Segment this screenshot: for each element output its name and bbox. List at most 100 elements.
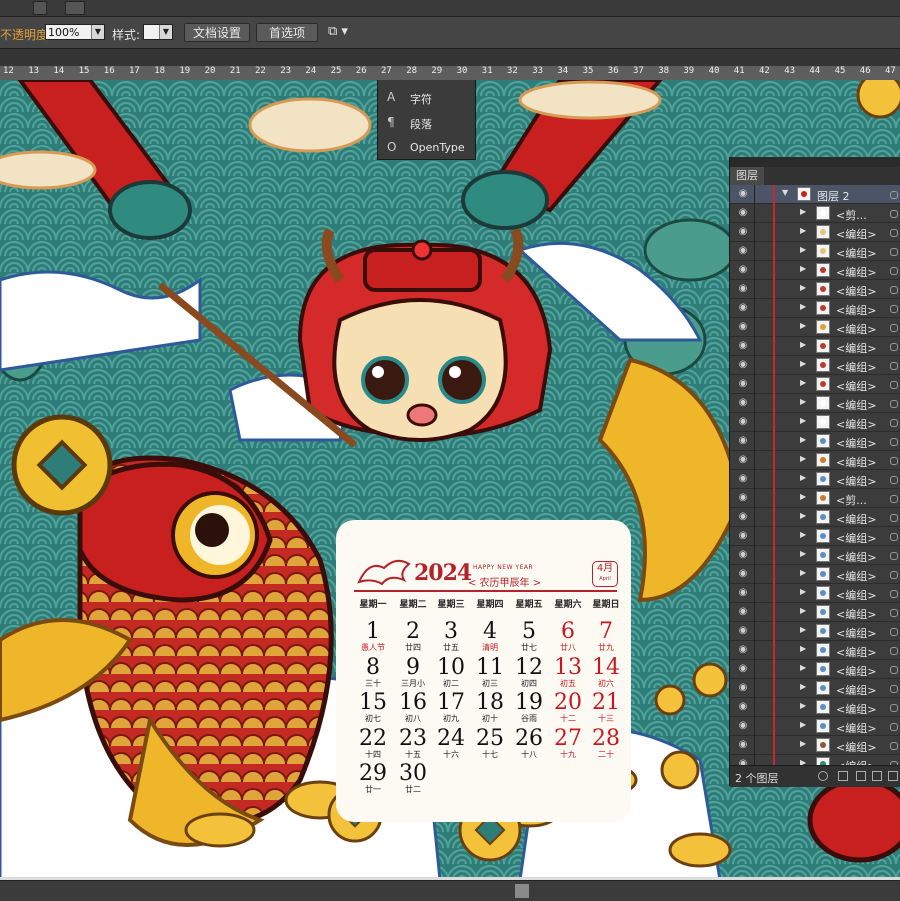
eye-icon[interactable]: ◉ [737, 739, 749, 751]
layer-row[interactable]: ◉ ▶ <编组> [730, 394, 900, 413]
eye-icon[interactable]: ◉ [737, 283, 749, 295]
target-circle-icon[interactable] [890, 400, 898, 408]
preferences-button[interactable]: 首选项 [256, 23, 318, 42]
layer-row[interactable]: ◉ ▶ <编组> [730, 527, 900, 546]
eye-icon[interactable]: ◉ [737, 682, 749, 694]
layer-name[interactable]: <编组> [836, 587, 876, 603]
opacity-field[interactable]: 100% ▼ [45, 24, 105, 40]
expand-arrow-icon[interactable]: ▶ [800, 511, 806, 520]
layer-name[interactable]: <编组> [836, 378, 876, 394]
expand-arrow-icon[interactable]: ▶ [800, 739, 806, 748]
target-circle-icon[interactable] [890, 305, 898, 313]
expand-arrow-icon[interactable]: ▶ [800, 625, 806, 634]
make-clipping-mask-icon[interactable] [838, 771, 848, 781]
tab-layers[interactable]: 图层 [730, 167, 764, 185]
target-circle-icon[interactable] [890, 495, 898, 503]
target-circle-icon[interactable] [890, 229, 898, 237]
eye-icon[interactable]: ◉ [737, 720, 749, 732]
expand-arrow-icon[interactable]: ▶ [800, 530, 806, 539]
target-circle-icon[interactable] [890, 381, 898, 389]
layer-row[interactable]: ◉ ▶ <编组> [730, 356, 900, 375]
expand-arrow-icon[interactable]: ▶ [800, 606, 806, 615]
layer-name[interactable]: <编组> [836, 701, 876, 717]
layer-name[interactable]: <编组> [836, 283, 876, 299]
target-circle-icon[interactable] [890, 723, 898, 731]
expand-arrow-icon[interactable]: ▶ [800, 682, 806, 691]
expand-arrow-icon[interactable]: ▶ [800, 587, 806, 596]
layer-name[interactable]: <编组> [836, 302, 876, 318]
target-circle-icon[interactable] [890, 628, 898, 636]
layer-row[interactable]: ◉ ▶ <编组> [730, 413, 900, 432]
layers-panel[interactable]: 图层 ◉ ▼ 图层 2 ◉ ▶ <剪... ◉ ▶ <编组> ◉ ▶ <编组> ◉ ▶ <编组> ◉ ▶ <… [729, 157, 900, 787]
layer-row[interactable]: ◉ ▶ <编组> [730, 565, 900, 584]
expand-arrow-icon[interactable]: ▶ [800, 473, 806, 482]
horizontal-ruler[interactable]: 12 13 14 15 16 17 18 19 20 21 22 23 24 25 26 27 28 29 30 31… [0, 66, 900, 81]
target-circle-icon[interactable] [890, 438, 898, 446]
expand-arrow-icon[interactable]: ▶ [800, 378, 806, 387]
target-circle-icon[interactable] [890, 457, 898, 465]
expand-arrow-icon[interactable]: ▶ [800, 264, 806, 273]
expand-arrow-icon[interactable]: ▶ [800, 207, 806, 216]
layer-row[interactable]: ◉ ▶ <编组> [730, 470, 900, 489]
eye-icon[interactable]: ◉ [737, 378, 749, 390]
layer-row[interactable]: ◉ ▶ <剪... [730, 489, 900, 508]
expand-arrow-icon[interactable]: ▼ [782, 188, 788, 197]
target-circle-icon[interactable] [890, 514, 898, 522]
chevron-down-icon[interactable]: ▼ [159, 25, 172, 39]
layer-row[interactable]: ◉ ▶ <编组> [730, 242, 900, 261]
eye-icon[interactable]: ◉ [737, 454, 749, 466]
layer-name[interactable]: <编组> [836, 226, 876, 242]
layer-row[interactable]: ◉ ▶ <编组> [730, 660, 900, 679]
target-circle-icon[interactable] [890, 609, 898, 617]
expand-arrow-icon[interactable]: ▶ [800, 397, 806, 406]
target-circle-icon[interactable] [890, 666, 898, 674]
target-circle-icon[interactable] [890, 191, 898, 199]
layer-name[interactable]: <编组> [836, 568, 876, 584]
new-sublayer-icon[interactable] [856, 771, 866, 781]
layer-row[interactable]: ◉ ▶ <编组> [730, 546, 900, 565]
eye-icon[interactable]: ◉ [737, 549, 749, 561]
layer-name[interactable]: <编组> [836, 625, 876, 641]
expand-arrow-icon[interactable]: ▶ [800, 416, 806, 425]
scrollbar-thumb[interactable] [515, 884, 529, 898]
tool-icon[interactable] [33, 1, 47, 15]
target-circle-icon[interactable] [890, 419, 898, 427]
target-circle-icon[interactable] [890, 267, 898, 275]
layer-name[interactable]: <编组> [836, 682, 876, 698]
expand-arrow-icon[interactable]: ▶ [800, 644, 806, 653]
layer-row[interactable]: ◉ ▶ <编组> [730, 432, 900, 451]
eye-icon[interactable]: ◉ [737, 359, 749, 371]
new-layer-icon[interactable] [872, 771, 882, 781]
eye-icon[interactable]: ◉ [737, 207, 749, 219]
character-panel[interactable]: ⁞⁞⁞⁞ » × A字符¶段落OOpenType [377, 80, 476, 160]
target-circle-icon[interactable] [890, 533, 898, 541]
target-circle-icon[interactable] [890, 685, 898, 693]
target-circle-icon[interactable] [890, 647, 898, 655]
target-circle-icon[interactable] [890, 742, 898, 750]
eye-icon[interactable]: ◉ [737, 625, 749, 637]
layer-name[interactable]: <剪... [836, 207, 867, 223]
layer-row[interactable]: ◉ ▶ <编组> [730, 717, 900, 736]
eye-icon[interactable]: ◉ [737, 397, 749, 409]
eye-icon[interactable]: ◉ [737, 435, 749, 447]
eye-icon[interactable]: ◉ [737, 473, 749, 485]
layer-row[interactable]: ◉ ▶ <编组> [730, 451, 900, 470]
layer-row[interactable]: ◉ ▶ <编组> [730, 603, 900, 622]
layer-name[interactable]: <编组> [836, 530, 876, 546]
layer-row[interactable]: ◉ ▶ <编组> [730, 755, 900, 765]
target-circle-icon[interactable] [890, 571, 898, 579]
layer-name[interactable]: <编组> [836, 644, 876, 660]
eye-icon[interactable]: ◉ [737, 321, 749, 333]
layer-name[interactable]: <编组> [836, 454, 876, 470]
layer-name[interactable]: <编组> [836, 264, 876, 280]
eye-icon[interactable]: ◉ [737, 644, 749, 656]
eye-icon[interactable]: ◉ [737, 264, 749, 276]
eye-icon[interactable]: ◉ [737, 606, 749, 618]
layers-list[interactable]: ◉ ▼ 图层 2 ◉ ▶ <剪... ◉ ▶ <编组> ◉ ▶ <编组> ◉ ▶ <编组> ◉ ▶ <编组>… [730, 185, 900, 765]
panel-titlebar[interactable] [730, 157, 900, 167]
delete-layer-icon[interactable] [888, 771, 898, 781]
eye-icon[interactable]: ◉ [737, 587, 749, 599]
layer-name[interactable]: <编组> [836, 397, 876, 413]
layer-row[interactable]: ◉ ▶ <编组> [730, 261, 900, 280]
expand-arrow-icon[interactable]: ▶ [800, 321, 806, 330]
